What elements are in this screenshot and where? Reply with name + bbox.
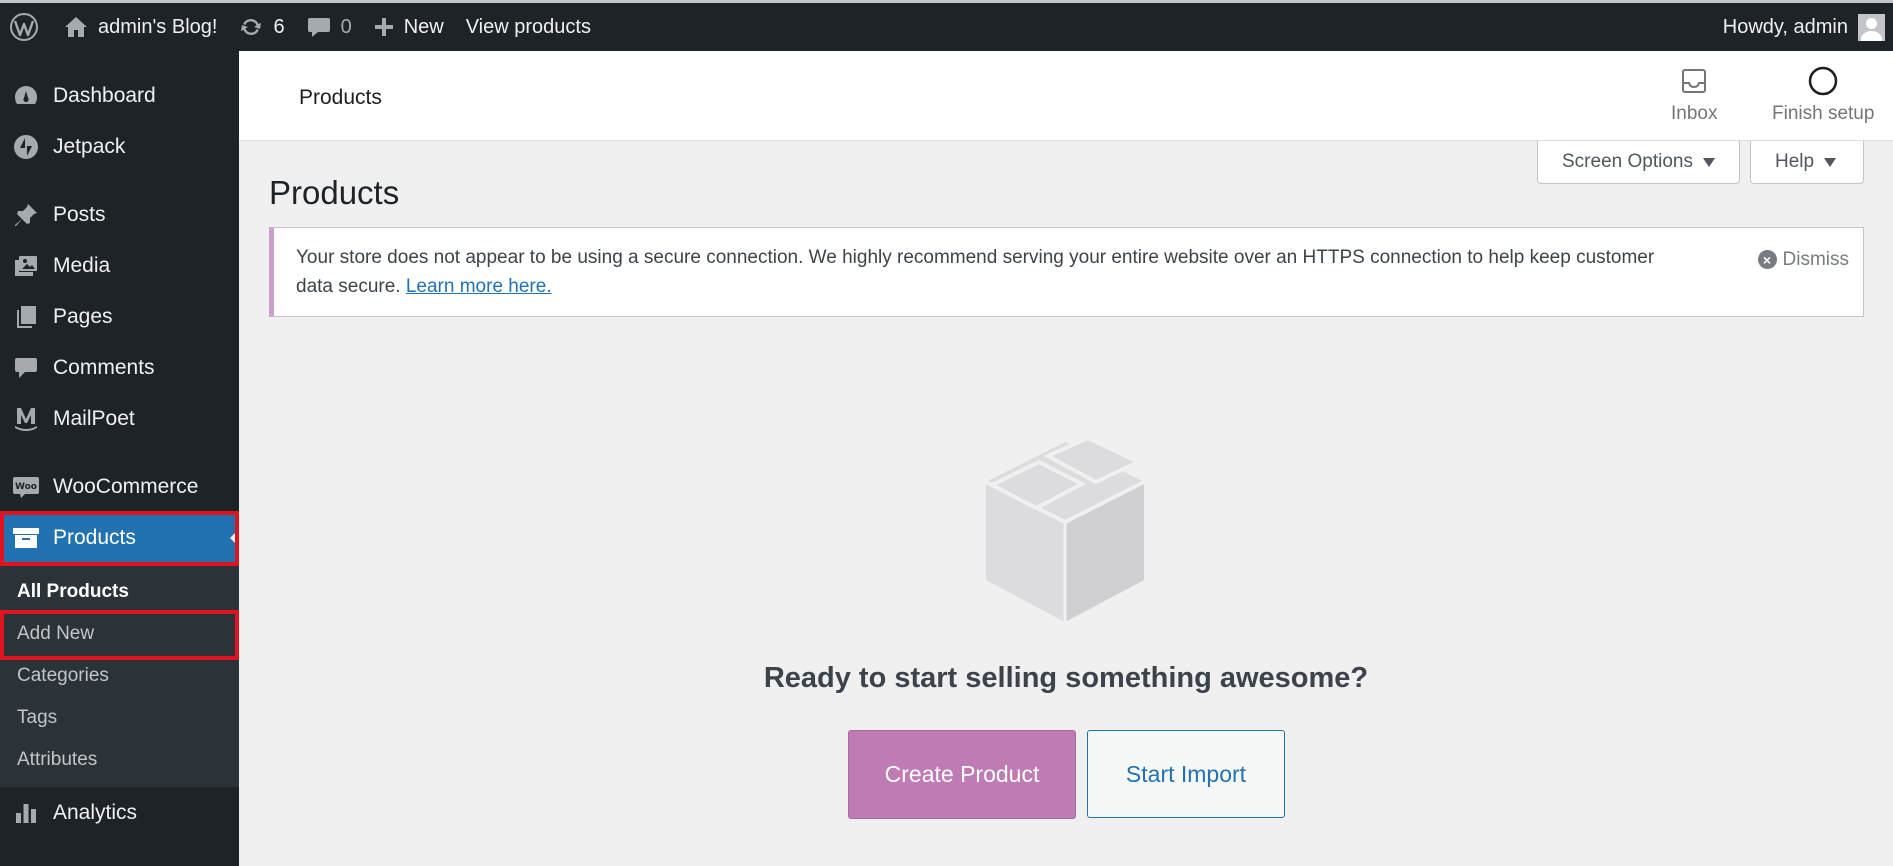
sidebar-item-label: Comments — [53, 355, 155, 379]
submenu-item-all-products[interactable]: All Products — [0, 571, 239, 613]
jetpack-icon — [0, 134, 52, 160]
sidebar-item-label: Jetpack — [53, 134, 126, 158]
updates-icon — [241, 18, 262, 36]
svg-text:Woo: Woo — [15, 482, 37, 492]
sidebar-item-label: Analytics — [53, 800, 138, 824]
archive-icon — [0, 526, 52, 550]
submenu-item-label: All Products — [17, 581, 129, 602]
empty-box-icon — [984, 435, 1146, 629]
wordpress-logo-icon — [10, 13, 38, 41]
create-product-label: Create Product — [884, 761, 1040, 787]
submenu-item-add-new[interactable]: Add New — [0, 613, 239, 655]
help-button[interactable]: Help — [1750, 141, 1864, 184]
sidebar-item-products[interactable]: Products — [0, 512, 239, 563]
admin-bar: admin's Blog! 6 0 New View products Howd… — [0, 0, 1893, 51]
products-submenu: All Products Add New Categories Tags Att… — [0, 563, 239, 787]
screen-options-button[interactable]: Screen Options — [1537, 141, 1740, 184]
mailpoet-icon — [0, 405, 52, 433]
dashboard-icon — [0, 83, 52, 109]
sidebar-item-woocommerce[interactable]: Woo WooCommerce — [0, 461, 239, 512]
screen-options-label: Screen Options — [1562, 151, 1693, 172]
pin-icon — [0, 202, 52, 228]
site-name-link[interactable]: admin's Blog! — [53, 3, 228, 51]
pages-icon — [0, 304, 52, 330]
submenu-item-label: Add New — [17, 623, 95, 644]
view-products-label: View products — [465, 15, 591, 38]
caret-down-icon — [1824, 157, 1837, 167]
submenu-item-label: Attributes — [17, 749, 98, 770]
sidebar-item-media[interactable]: Media — [0, 240, 239, 291]
sidebar-item-posts[interactable]: Posts — [0, 189, 239, 240]
wordpress-logo-menu[interactable] — [0, 3, 53, 51]
bar-chart-icon — [0, 800, 52, 826]
view-products-link[interactable]: View products — [455, 3, 602, 51]
dismiss-button[interactable]: × Dismiss — [1757, 245, 1850, 274]
finish-setup-label: Finish setup — [1772, 103, 1875, 124]
submenu-item-label: Categories — [17, 665, 109, 686]
sidebar-item-mailpoet[interactable]: MailPoet — [0, 393, 239, 444]
help-label: Help — [1775, 151, 1815, 172]
submenu-item-tags[interactable]: Tags — [0, 697, 239, 739]
avatar — [1858, 13, 1885, 41]
admin-sidebar: Dashboard Jetpack Posts Media Pages Comm… — [0, 51, 239, 866]
woo-icon: Woo — [0, 475, 52, 499]
comments-count: 0 — [340, 15, 352, 38]
home-icon — [65, 17, 87, 37]
page-title: Products — [269, 174, 400, 211]
sidebar-item-comments[interactable]: Comments — [0, 342, 239, 393]
new-label: New — [403, 15, 444, 38]
inbox-label: Inbox — [1671, 103, 1718, 124]
plus-icon — [374, 18, 393, 36]
caret-down-icon — [1702, 157, 1715, 167]
submenu-item-label: Tags — [17, 707, 58, 728]
comment-icon — [0, 355, 52, 381]
sidebar-item-label: MailPoet — [53, 406, 135, 430]
sidebar-item-label: Products — [53, 525, 136, 549]
new-content-menu[interactable]: New — [363, 3, 455, 51]
sidebar-item-label: Posts — [53, 202, 106, 226]
submenu-item-categories[interactable]: Categories — [0, 655, 239, 697]
media-icon — [0, 253, 52, 279]
sidebar-item-label: WooCommerce — [53, 474, 199, 498]
site-name: admin's Blog! — [98, 15, 218, 38]
submenu-item-attributes[interactable]: Attributes — [0, 739, 239, 781]
sidebar-item-analytics[interactable]: Analytics — [0, 787, 239, 838]
inbox-button[interactable]: Inbox — [1671, 65, 1717, 125]
sidebar-item-label: Pages — [53, 304, 113, 328]
my-account-menu[interactable]: Howdy, admin — [1712, 3, 1893, 51]
secure-connection-notice: Your store does not appear to be using a… — [269, 227, 1864, 317]
header-title: Products — [299, 86, 382, 109]
sidebar-item-dashboard[interactable]: Dashboard — [0, 70, 239, 121]
comments-link[interactable]: 0 — [296, 3, 363, 51]
finish-setup-button[interactable]: Finish setup — [1772, 65, 1874, 125]
start-import-button[interactable]: Start Import — [1087, 730, 1285, 818]
create-product-button[interactable]: Create Product — [848, 730, 1076, 819]
start-import-label: Start Import — [1125, 760, 1247, 787]
sidebar-item-jetpack[interactable]: Jetpack — [0, 121, 239, 172]
progress-ring-icon — [1807, 65, 1839, 97]
updates-link[interactable]: 6 — [228, 3, 295, 51]
dismiss-label: Dismiss — [1782, 249, 1850, 270]
howdy-greeting: Howdy, admin — [1722, 15, 1848, 38]
sidebar-item-pages[interactable]: Pages — [0, 291, 239, 342]
sidebar-item-label: Dashboard — [53, 83, 156, 107]
close-circle-icon: × — [1757, 250, 1777, 269]
sidebar-item-label: Media — [53, 253, 111, 277]
inbox-icon — [1681, 65, 1707, 97]
comment-icon — [307, 18, 330, 37]
woocommerce-header: Products Inbox Finish setup — [239, 51, 1893, 141]
learn-more-link[interactable]: Learn more here. — [406, 276, 552, 297]
empty-state-message: Ready to start selling something awesome… — [763, 662, 1369, 694]
updates-count: 6 — [273, 15, 285, 38]
